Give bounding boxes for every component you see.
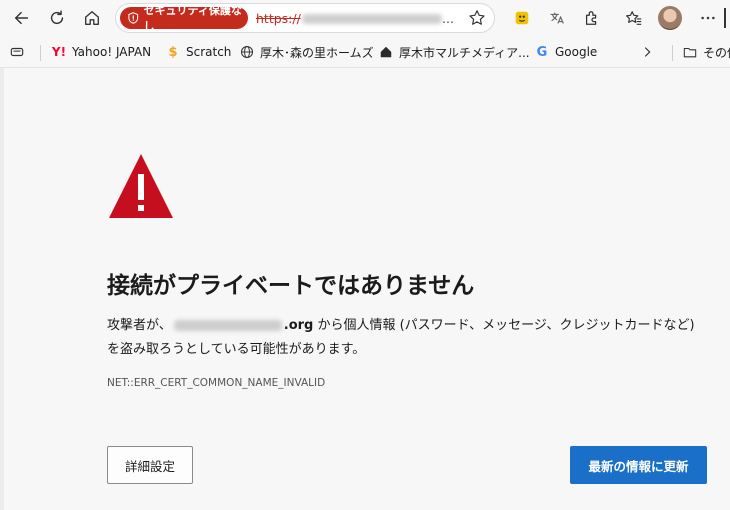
security-badge-label: セキュリティ保護なし (143, 4, 242, 33)
url-host-redacted (302, 14, 442, 24)
puzzle-icon (585, 11, 597, 25)
extensions-button[interactable] (578, 4, 606, 32)
reload-icon (50, 10, 64, 25)
bookmark-label: 厚木･森の里ホームズ (260, 45, 374, 60)
refresh-button[interactable]: 最新の情報に更新 (570, 446, 707, 484)
domain-suffix: .org (283, 318, 314, 333)
home-icon (85, 11, 99, 25)
globe-icon (240, 45, 254, 59)
bookmark-atsugi-homes[interactable]: 厚木･森の里ホームズ (240, 43, 374, 61)
bookmark-label: その他 (703, 45, 730, 60)
url-ellipsis: ... (442, 11, 454, 26)
bookmarks-overflow-button[interactable] (640, 43, 660, 61)
bookmark-other-folder[interactable]: その他 (683, 43, 730, 61)
extension-character-icon (515, 11, 529, 25)
chevron-right-icon (644, 47, 651, 57)
error-description: 攻撃者が、 .org から個人情報 (パスワード、メッセージ、クレジットカードなど… (107, 314, 707, 362)
bookmarks-separator (672, 45, 673, 61)
collections-button[interactable] (508, 4, 536, 32)
translate-icon (550, 12, 564, 24)
scratch-icon: $ (168, 44, 178, 60)
favorites-icon (626, 11, 642, 25)
bookmarks-bar: Y! Yahoo! JAPAN $ Scratch 厚木･森の里ホームズ 厚木市… (0, 36, 730, 68)
domain-redacted (173, 320, 282, 331)
browser-toolbar: セキュリティ保護なし https:// ... (0, 0, 730, 36)
star-icon[interactable] (468, 9, 486, 27)
bookmark-label: Yahoo! JAPAN (72, 45, 152, 59)
url-scheme: https:// (256, 11, 301, 26)
bookmark-scratch[interactable]: $ Scratch (166, 43, 231, 61)
home-button[interactable] (78, 4, 106, 32)
back-button[interactable] (8, 4, 36, 32)
house-icon (380, 46, 392, 58)
bookmark-label: 厚木市マルチメディア... (399, 45, 530, 60)
advanced-button[interactable]: 詳細設定 (107, 446, 193, 484)
bookmark-label: Google (555, 45, 598, 59)
address-bar[interactable]: セキュリティ保護なし https:// ... (115, 3, 495, 33)
bookmark-label: Scratch (186, 45, 232, 59)
security-warning-badge[interactable]: セキュリティ保護なし (120, 4, 248, 33)
back-arrow-icon (14, 11, 29, 25)
google-icon: G (536, 44, 548, 60)
profile-avatar[interactable] (658, 6, 682, 30)
more-button[interactable] (694, 4, 722, 32)
warning-icon (109, 154, 173, 218)
bookmark-atsugi-multimedia[interactable]: 厚木市マルチメディア... (379, 43, 530, 61)
page-title: 接続がプライベートではありません (107, 273, 475, 299)
more-icon (701, 16, 715, 20)
tab-actions-icon (10, 47, 24, 57)
toolbar-edge (724, 8, 726, 28)
bookmarks-separator (40, 45, 41, 61)
bookmark-google[interactable]: G Google (535, 43, 598, 61)
shield-warning-icon (128, 12, 139, 24)
folder-icon (683, 47, 697, 58)
reload-button[interactable] (43, 4, 71, 32)
extension-button[interactable] (543, 4, 571, 32)
description-prefix: 攻撃者が、 (107, 318, 172, 333)
error-code[interactable]: NET::ERR_CERT_COMMON_NAME_INVALID (107, 377, 325, 389)
yahoo-icon: Y! (51, 45, 67, 59)
bookmark-yahoo[interactable]: Y! Yahoo! JAPAN (52, 43, 151, 61)
tab-actions-button[interactable] (10, 43, 30, 61)
favorites-button[interactable] (620, 4, 648, 32)
